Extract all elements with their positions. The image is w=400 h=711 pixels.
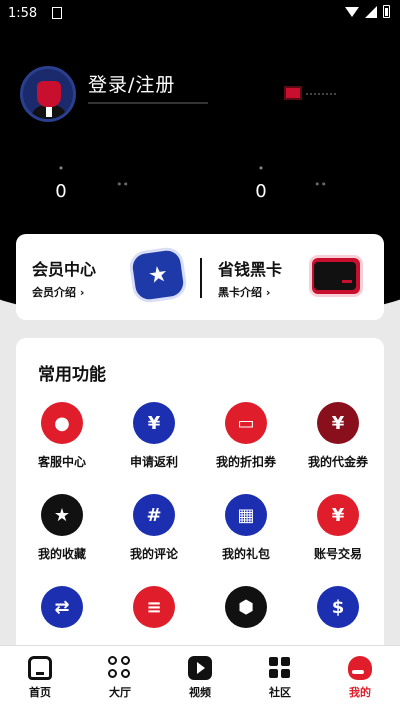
discount-coupon-icon: ▭ <box>225 402 267 444</box>
tab-hall[interactable]: 大厅 <box>80 646 160 711</box>
function-coin-stack[interactable]: ≡ <box>108 586 200 637</box>
money-bag-icon: ¥ <box>317 494 359 536</box>
function-customer-service[interactable]: ● 客服中心 <box>16 402 108 470</box>
chevron-right-icon: › <box>265 286 271 299</box>
vip-badge-icon[interactable] <box>284 86 302 100</box>
function-favorites[interactable]: ★ 我的收藏 <box>16 494 108 562</box>
tab-community[interactable]: 社区 <box>240 646 320 711</box>
tab-home[interactable]: 首页 <box>0 646 80 711</box>
login-register-link[interactable]: 登录/注册 <box>88 70 175 97</box>
bottom-tab-bar: 首页 大厅 视频 社区 我的 <box>0 645 400 711</box>
system-icons <box>345 5 390 18</box>
function-label: 我的折扣券 <box>215 455 276 469</box>
stat-item[interactable]: • 0 <box>46 162 76 202</box>
signal-icon <box>365 5 377 18</box>
member-intro-label: 会员介绍 <box>32 286 76 299</box>
function-vouchers[interactable]: ¥ 我的代金券 <box>292 402 384 470</box>
function-label: 申请返利 <box>129 455 178 469</box>
stat-label: • <box>57 162 65 175</box>
function-comments[interactable]: # 我的评论 <box>108 494 200 562</box>
gift-icon: ▦ <box>225 494 267 536</box>
tab-label: 大厅 <box>109 686 131 699</box>
tab-label: 社区 <box>269 686 291 699</box>
function-discount-coupons[interactable]: ▭ 我的折扣券 <box>200 402 292 470</box>
status-bar: 1:58 <box>0 0 400 28</box>
membership-card: 会员中心 会员介绍 › ★ 省钱黑卡 黑卡介绍 › <box>16 234 384 320</box>
vip-badge-label <box>306 89 336 95</box>
function-label: 账号交易 <box>313 547 362 561</box>
profile-subtitle-placeholder <box>88 102 208 104</box>
card-divider <box>200 258 202 298</box>
member-intro-link[interactable]: 会员介绍 › <box>32 284 84 300</box>
home-icon <box>28 656 52 680</box>
stat-divider: •• <box>116 178 129 191</box>
star-icon: ★ <box>41 494 83 536</box>
function-label: 我的收藏 <box>37 547 86 561</box>
function-gift-packs[interactable]: ▦ 我的礼包 <box>200 494 292 562</box>
voucher-icon: ¥ <box>317 402 359 444</box>
rebate-icon: ¥ <box>133 402 175 444</box>
wifi-icon <box>345 6 359 17</box>
tab-label: 首页 <box>29 686 51 699</box>
stat-value: 0 <box>255 181 267 202</box>
coin-stack-icon: ≡ <box>133 586 175 628</box>
function-settings[interactable]: ⬢ <box>200 586 292 637</box>
tab-label: 我的 <box>349 686 371 699</box>
avatar-tie <box>46 107 52 117</box>
black-card-icon[interactable] <box>312 258 360 294</box>
black-card-intro-link[interactable]: 黑卡介绍 › <box>218 284 270 300</box>
stat-divider: •• <box>314 178 327 191</box>
function-label: 我的代金券 <box>307 455 368 469</box>
video-icon <box>188 656 212 680</box>
avatar-face <box>37 81 61 107</box>
function-account-trading[interactable]: ¥ 账号交易 <box>292 494 384 562</box>
stat-value: 0 <box>55 181 67 202</box>
function-label: 我的礼包 <box>221 547 270 561</box>
battery-icon <box>383 5 390 18</box>
tab-label: 视频 <box>189 686 211 699</box>
chevron-right-icon: › <box>79 286 85 299</box>
tab-me[interactable]: 我的 <box>320 646 400 711</box>
community-icon <box>268 656 292 680</box>
functions-title: 常用功能 <box>38 365 106 385</box>
comment-icon: # <box>133 494 175 536</box>
me-icon <box>348 656 372 680</box>
stat-label: • <box>257 162 265 175</box>
stat-item[interactable]: • 0 <box>246 162 276 202</box>
customer-service-icon: ● <box>41 402 83 444</box>
coins-icon: $ <box>317 586 359 628</box>
tab-video[interactable]: 视频 <box>160 646 240 711</box>
member-star-icon[interactable]: ★ <box>131 248 185 302</box>
avatar[interactable] <box>20 66 76 122</box>
function-transfer[interactable]: ⇄ <box>16 586 108 637</box>
black-card-intro-label: 黑卡介绍 <box>218 286 262 299</box>
common-functions-panel: 常用功能 ● 客服中心 ¥ 申请返利 ▭ 我的折扣券 ¥ 我的代金券 ★ 我的收… <box>16 338 384 658</box>
function-label: 客服中心 <box>37 455 86 469</box>
function-label: 我的评论 <box>129 547 178 561</box>
status-time: 1:58 <box>8 6 38 21</box>
hall-icon <box>108 656 132 680</box>
settings-icon: ⬢ <box>225 586 267 628</box>
function-apply-rebate[interactable]: ¥ 申请返利 <box>108 402 200 470</box>
notification-icon <box>52 7 62 19</box>
function-coins[interactable]: $ <box>292 586 384 637</box>
transfer-icon: ⇄ <box>41 586 83 628</box>
black-card-title[interactable]: 省钱黑卡 <box>218 256 282 280</box>
member-center-title[interactable]: 会员中心 <box>32 256 96 280</box>
